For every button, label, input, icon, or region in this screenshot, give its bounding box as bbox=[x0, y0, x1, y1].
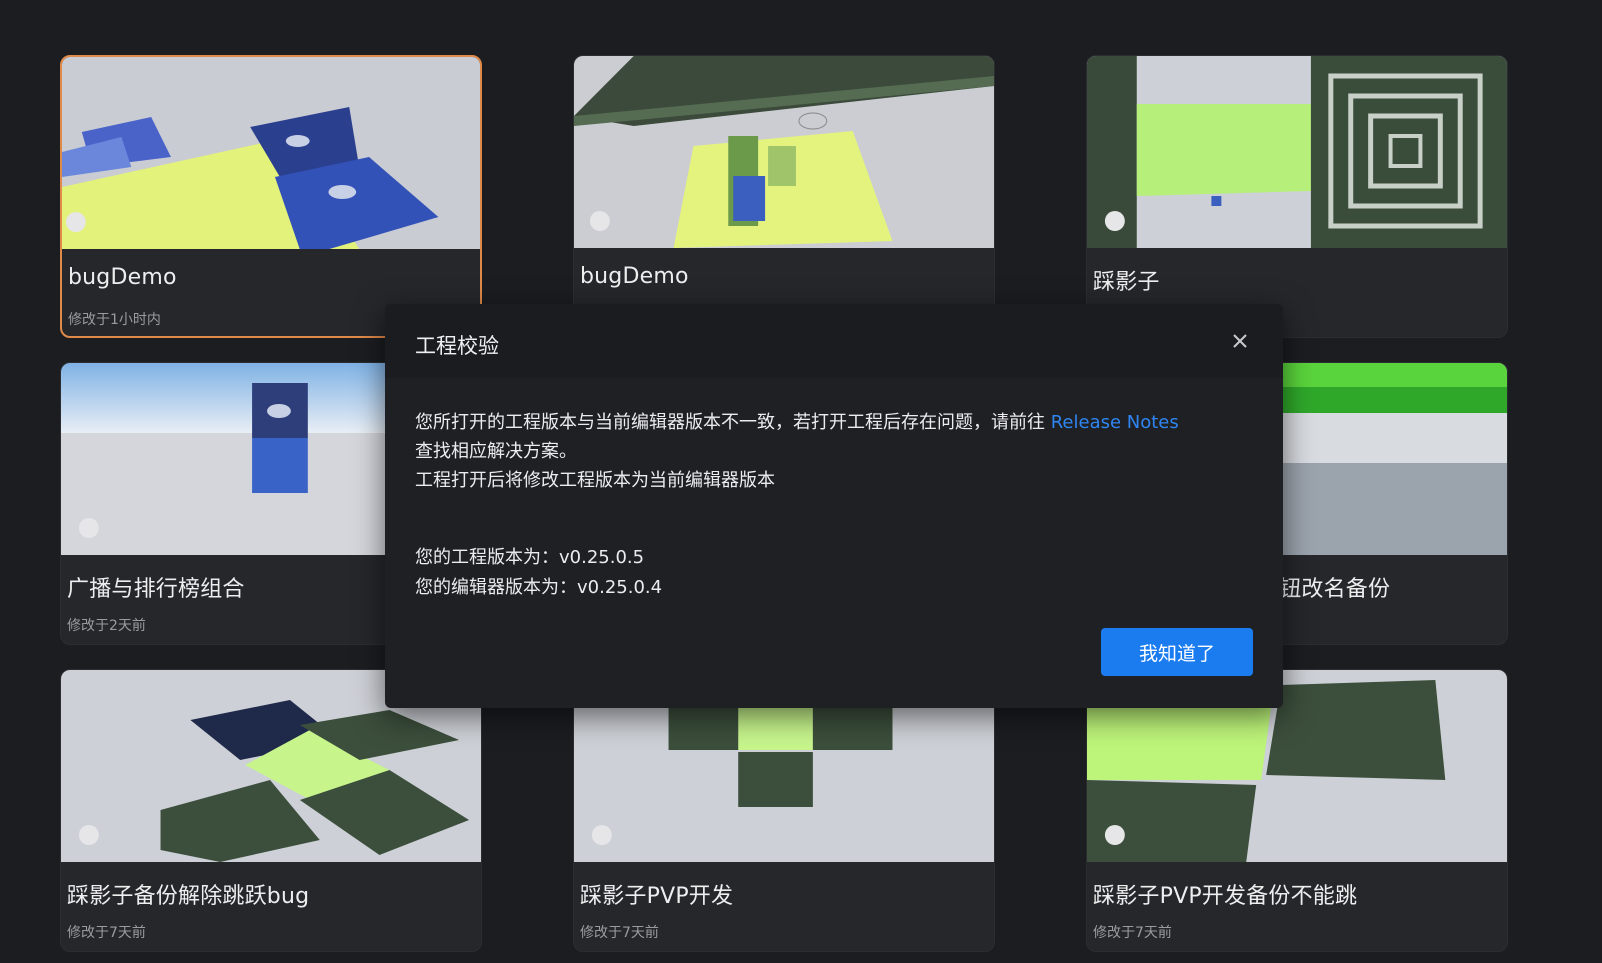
project-title: 踩影子备份解除跳跃bug bbox=[67, 884, 310, 909]
project-title: bugDemo bbox=[68, 265, 177, 290]
message-line-3: 工程打开后将修改工程版本为当前编辑器版本 bbox=[415, 470, 775, 491]
project-modified: 修改于1小时内 bbox=[68, 312, 161, 328]
project-modified: 修改于2天前 bbox=[67, 618, 146, 634]
project-check-dialog: 工程校验 您所打开的工程版本与当前编辑器版本不一致，若打开工程后存在问题，请前往… bbox=[385, 304, 1283, 708]
project-title: bugDemo bbox=[580, 264, 689, 289]
message-text: 您所打开的工程版本与当前编辑器版本不一致，若打开工程后存在问题，请前往 bbox=[415, 412, 1051, 433]
project-modified: 修改于7天前 bbox=[1093, 925, 1172, 941]
project-thumbnail bbox=[1087, 56, 1507, 248]
confirm-button[interactable]: 我知道了 bbox=[1101, 628, 1253, 676]
project-title: 广播与排行榜组合 bbox=[67, 577, 245, 602]
project-title: 踩影子PVP开发备份不能跳 bbox=[1093, 884, 1358, 909]
editor-version: 您的编辑器版本为：v0.25.0.4 bbox=[415, 577, 663, 598]
dialog-header: 工程校验 bbox=[385, 304, 1283, 378]
dialog-title: 工程校验 bbox=[415, 334, 499, 358]
project-thumbnail bbox=[574, 56, 994, 248]
version-info: 您的工程版本为：v0.25.0.5 您的编辑器版本为：v0.25.0.4 bbox=[415, 543, 662, 603]
message-line-1: 您所打开的工程版本与当前编辑器版本不一致，若打开工程后存在问题，请前往 Rele… bbox=[415, 408, 1253, 437]
project-card[interactable]: bugDemo bbox=[573, 55, 995, 338]
release-notes-link[interactable]: Release Notes bbox=[1051, 412, 1179, 433]
project-modified: 修改于7天前 bbox=[67, 925, 146, 941]
project-card[interactable]: bugDemo 修改于1小时内 bbox=[60, 55, 482, 338]
message-line-2: 查找相应解决方案。 bbox=[415, 441, 577, 462]
project-version: 您的工程版本为：v0.25.0.5 bbox=[415, 547, 645, 568]
project-card[interactable]: 踩影子PVP开发 修改于7天前 bbox=[573, 669, 995, 952]
close-icon[interactable] bbox=[1227, 328, 1253, 354]
project-card[interactable]: 踩影子备份解除跳跃bug 修改于7天前 bbox=[60, 669, 482, 952]
project-thumbnail bbox=[62, 57, 480, 249]
project-card[interactable]: 踩影子 bbox=[1086, 55, 1508, 338]
project-title: 踩影子 bbox=[1093, 270, 1160, 295]
dialog-message: 您所打开的工程版本与当前编辑器版本不一致，若打开工程后存在问题，请前往 Rele… bbox=[415, 408, 1253, 495]
project-modified: 修改于7天前 bbox=[580, 925, 659, 941]
project-title: 踩影子PVP开发 bbox=[580, 884, 734, 909]
project-card[interactable]: 踩影子PVP开发备份不能跳 修改于7天前 bbox=[1086, 669, 1508, 952]
